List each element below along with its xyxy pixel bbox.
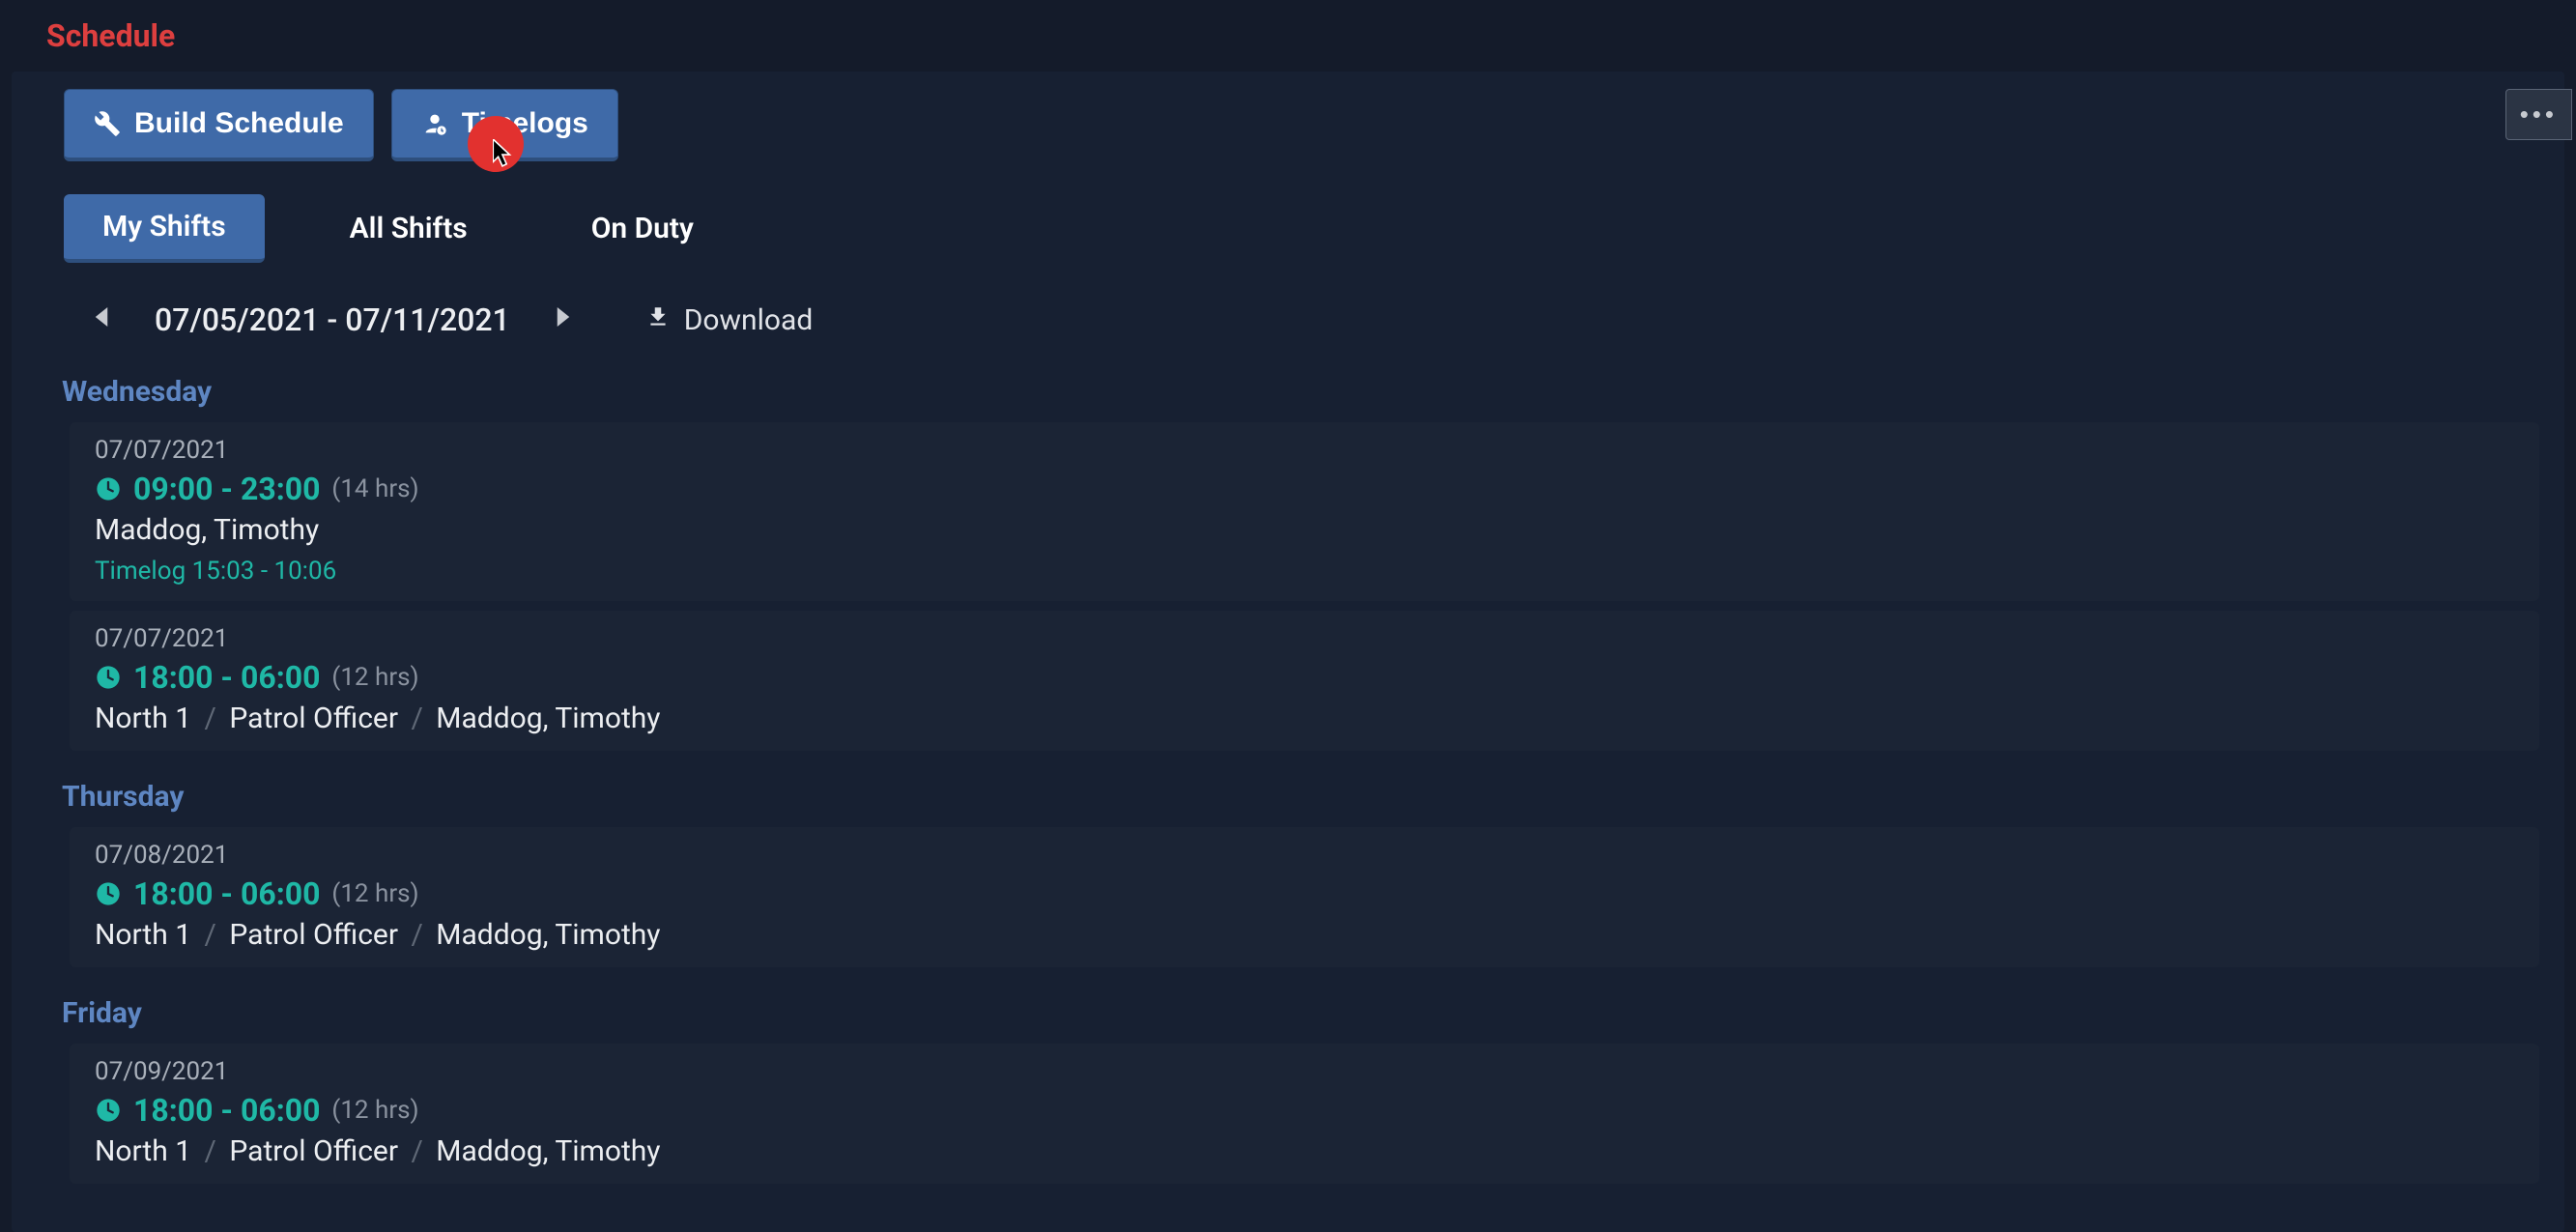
shift-duration: (12 hrs) [331, 663, 418, 692]
clock-icon [95, 880, 122, 907]
separator: / [199, 702, 222, 735]
separator: / [405, 1134, 428, 1168]
tab-my-shifts[interactable]: My Shifts [64, 194, 265, 263]
shift-timelog: Timelog 15:03 - 10:06 [95, 557, 2514, 586]
days-list: Wednesday 07/07/2021 09:00 - 23:00 (14 h… [12, 338, 2564, 1184]
day-header: Friday [12, 977, 2564, 1038]
timelogs-button[interactable]: Timelogs [391, 89, 618, 161]
page-title: Schedule [0, 0, 2576, 72]
shift-card[interactable]: 07/08/2021 18:00 - 06:00 (12 hrs) North … [70, 827, 2539, 967]
shift-card[interactable]: 07/09/2021 18:00 - 06:00 (12 hrs) North … [70, 1044, 2539, 1184]
shift-location: North 1 [95, 702, 191, 735]
clock-icon [95, 1097, 122, 1124]
shift-time: 09:00 - 23:00 [133, 471, 320, 507]
timelogs-label: Timelogs [462, 107, 588, 140]
shift-card[interactable]: 07/07/2021 18:00 - 06:00 (12 hrs) North … [70, 611, 2539, 751]
separator: / [405, 918, 428, 952]
download-button[interactable]: Download [645, 303, 814, 337]
shift-location: North 1 [95, 1134, 191, 1168]
clock-icon [95, 664, 122, 691]
date-range: 07/05/2021 - 07/11/2021 [155, 301, 510, 338]
shift-assignment: North 1 / Patrol Officer / Maddog, Timot… [95, 1134, 2514, 1168]
shift-person: Maddog, Timothy [436, 702, 660, 735]
prev-week-button[interactable] [85, 301, 118, 338]
next-week-button[interactable] [547, 301, 580, 338]
shift-time-line: 18:00 - 06:00 (12 hrs) [95, 659, 2514, 696]
day-header: Thursday [12, 760, 2564, 821]
clock-icon [95, 475, 122, 502]
shift-time-line: 18:00 - 06:00 (12 hrs) [95, 875, 2514, 912]
shift-role: Patrol Officer [229, 1134, 398, 1168]
shift-date: 07/07/2021 [95, 436, 2514, 465]
shift-date: 07/08/2021 [95, 841, 2514, 870]
download-label: Download [684, 303, 814, 337]
shift-assignment: North 1 / Patrol Officer / Maddog, Timot… [95, 918, 2514, 952]
shift-tabs: My Shifts All Shifts On Duty [12, 161, 2564, 263]
user-clock-icon [421, 110, 448, 137]
shift-time: 18:00 - 06:00 [133, 659, 320, 696]
shift-time-line: 18:00 - 06:00 (12 hrs) [95, 1092, 2514, 1129]
shift-person: Maddog, Timothy [95, 513, 2514, 547]
day-header: Wednesday [12, 356, 2564, 416]
schedule-panel: Build Schedule Timelogs ••• My Shifts Al… [12, 72, 2564, 1232]
tab-all-shifts[interactable]: All Shifts [311, 196, 506, 261]
download-icon [645, 303, 671, 337]
date-nav: 07/05/2021 - 07/11/2021 Download [12, 263, 2564, 338]
shift-time: 18:00 - 06:00 [133, 875, 320, 912]
build-schedule-button[interactable]: Build Schedule [64, 89, 374, 161]
shift-person: Maddog, Timothy [436, 1134, 660, 1168]
shift-person: Maddog, Timothy [436, 918, 660, 952]
shift-date: 07/07/2021 [95, 624, 2514, 653]
shift-location: North 1 [95, 918, 191, 952]
separator: / [405, 702, 428, 735]
shift-assignment: North 1 / Patrol Officer / Maddog, Timot… [95, 702, 2514, 735]
build-schedule-label: Build Schedule [134, 107, 344, 140]
separator: / [199, 918, 222, 952]
tools-icon [94, 110, 121, 137]
shift-role: Patrol Officer [229, 702, 398, 735]
shift-date: 07/09/2021 [95, 1057, 2514, 1086]
shift-role: Patrol Officer [229, 918, 398, 952]
shift-time-line: 09:00 - 23:00 (14 hrs) [95, 471, 2514, 507]
shift-card[interactable]: 07/07/2021 09:00 - 23:00 (14 hrs) Maddog… [70, 422, 2539, 601]
more-menu-button[interactable]: ••• [2505, 89, 2572, 140]
shift-duration: (12 hrs) [331, 879, 418, 908]
separator: / [199, 1134, 222, 1168]
top-buttons: Build Schedule Timelogs [12, 89, 2564, 161]
tab-on-duty[interactable]: On Duty [553, 196, 732, 261]
shift-duration: (12 hrs) [331, 1096, 418, 1125]
shift-duration: (14 hrs) [331, 474, 418, 503]
shift-time: 18:00 - 06:00 [133, 1092, 320, 1129]
